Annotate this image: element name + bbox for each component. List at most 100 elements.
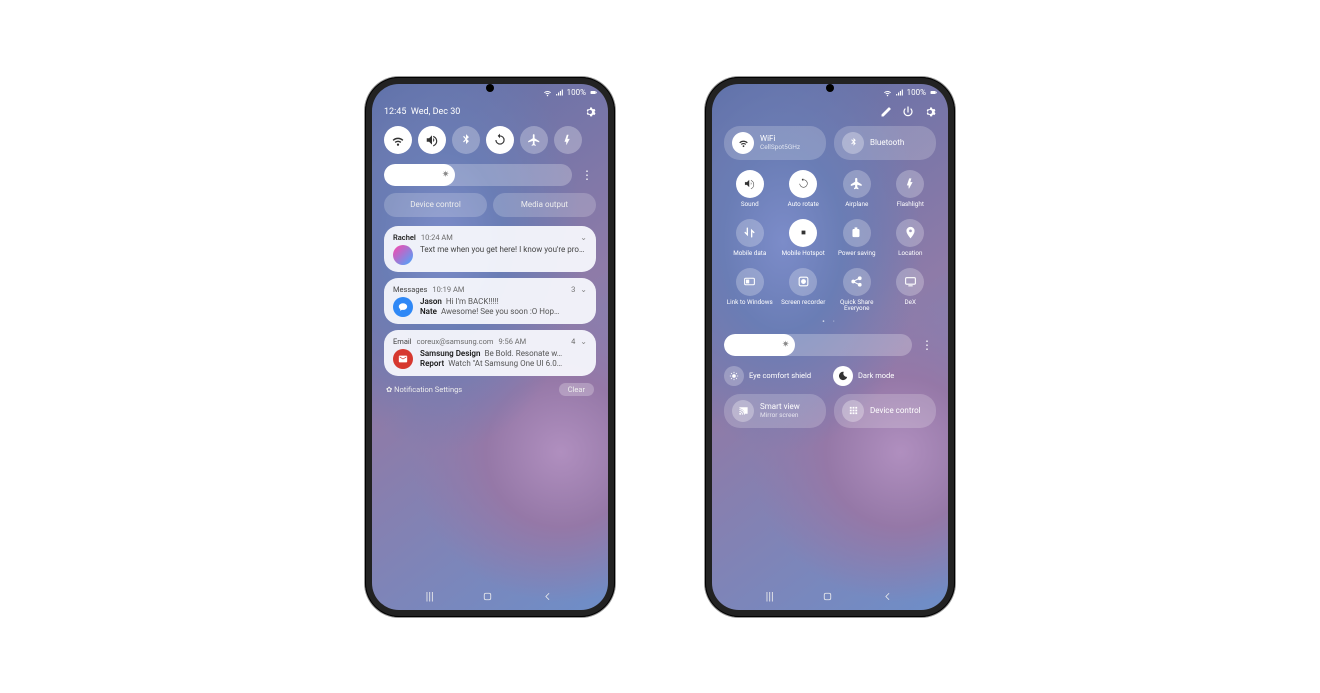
dark-mode-toggle[interactable]: Dark mode <box>833 366 936 386</box>
page-indicator: • · <box>712 315 948 328</box>
clear-button[interactable]: Clear <box>559 383 594 396</box>
phone-left: 100% 12:45 Wed, Dec 30 ⋮ Device control … <box>365 77 615 617</box>
message-sender: Samsung Design <box>420 349 480 359</box>
quickshare-icon <box>843 268 871 296</box>
message-preview: Awesome! See you soon :O Hop… <box>441 307 587 317</box>
bluetooth-toggle[interactable] <box>452 126 480 154</box>
linkwin-toggle[interactable]: Link to Windows <box>724 268 776 313</box>
recents-button[interactable]: ||| <box>426 590 434 603</box>
smart-view-tile[interactable]: Smart viewMirror screen <box>724 394 826 428</box>
back-button[interactable] <box>881 590 894 603</box>
notification-settings-link[interactable]: ✿ Notification Settings <box>386 385 462 394</box>
home-button[interactable] <box>821 590 834 603</box>
flashlight-toggle[interactable] <box>554 126 582 154</box>
brightness-menu-icon[interactable]: ⋮ <box>918 336 936 354</box>
email-icon <box>393 349 413 369</box>
home-button[interactable] <box>481 590 494 603</box>
battery-text: 100% <box>907 88 926 97</box>
device-control-button[interactable]: Device control <box>384 193 487 217</box>
cast-icon <box>732 400 754 422</box>
bluetooth-icon <box>459 133 473 147</box>
brightness-slider[interactable] <box>724 334 912 356</box>
notification-card[interactable]: Rachel 10:24 AM ⌄ Text me when you get h… <box>384 226 596 272</box>
messages-icon <box>393 297 413 317</box>
dex-icon <box>896 268 924 296</box>
screenrec-toggle[interactable]: Screen recorder <box>778 268 830 313</box>
media-output-button[interactable]: Media output <box>493 193 596 217</box>
airplane-icon <box>843 170 871 198</box>
rotate-icon <box>493 133 507 147</box>
clock-time: 12:45 <box>384 107 406 117</box>
gear-icon[interactable] <box>924 106 936 118</box>
notification-count: 4 <box>571 337 575 346</box>
location-toggle[interactable]: Location <box>885 219 937 264</box>
phone-right: 100% WiFiCellSpot5GHz Bluetooth SoundAut… <box>705 77 955 617</box>
wifi-icon <box>391 133 405 147</box>
chevron-down-icon[interactable]: ⌄ <box>580 337 587 346</box>
hotspot-toggle[interactable]: Mobile Hotspot <box>778 219 830 264</box>
brightness-menu-icon[interactable]: ⋮ <box>578 166 596 184</box>
back-button[interactable] <box>541 590 554 603</box>
mobiledata-toggle[interactable]: Mobile data <box>724 219 776 264</box>
brightness-slider[interactable] <box>384 164 572 186</box>
flashlight-icon <box>896 170 924 198</box>
recents-button[interactable]: ||| <box>766 590 774 603</box>
notification-card[interactable]: Email coreux@samsung.com 9:56 AM 4 ⌄ Sam… <box>384 330 596 376</box>
wifi-tile[interactable]: WiFiCellSpot5GHz <box>724 126 826 160</box>
airplane-toggle[interactable]: Airplane <box>831 170 883 215</box>
hotspot-icon <box>789 219 817 247</box>
message-preview: Watch "At Samsung One UI 6.0… <box>448 359 587 369</box>
airplane-toggle[interactable] <box>520 126 548 154</box>
notification-count: 3 <box>571 285 575 294</box>
notification-sender: Rachel <box>393 233 416 242</box>
flashlight-icon <box>561 133 575 147</box>
pencil-icon[interactable] <box>880 106 892 118</box>
power-icon[interactable] <box>902 106 914 118</box>
wifi-icon <box>732 132 754 154</box>
quickshare-toggle[interactable]: Quick Share Everyone <box>831 268 883 313</box>
sound-toggle[interactable]: Sound <box>724 170 776 215</box>
sound-toggle[interactable] <box>418 126 446 154</box>
wifi-toggle[interactable] <box>384 126 412 154</box>
notification-body: Text me when you get here! I know you're… <box>420 245 587 255</box>
rotate-toggle[interactable] <box>486 126 514 154</box>
flashlight-toggle[interactable]: Flashlight <box>885 170 937 215</box>
device-control-tile[interactable]: Device control <box>834 394 936 428</box>
powersave-toggle[interactable]: Power saving <box>831 219 883 264</box>
signal-icon <box>555 88 564 97</box>
linkwin-icon <box>736 268 764 296</box>
battery-text: 100% <box>567 88 586 97</box>
eye-comfort-toggle[interactable]: Eye comfort shield <box>724 366 827 386</box>
quick-toggle-row <box>372 122 608 158</box>
location-icon <box>896 219 924 247</box>
wifi-icon <box>543 88 552 97</box>
bluetooth-tile[interactable]: Bluetooth <box>834 126 936 160</box>
bluetooth-icon <box>842 132 864 154</box>
chevron-down-icon[interactable]: ⌄ <box>580 285 587 294</box>
notification-card[interactable]: Messages 10:19 AM 3 ⌄ JasonHi I'm BACK!!… <box>384 278 596 324</box>
notification-app: Email <box>393 337 412 346</box>
dex-toggle[interactable]: DeX <box>885 268 937 313</box>
sound-icon <box>736 170 764 198</box>
message-sender: Report <box>420 359 444 369</box>
battery-icon <box>929 88 938 97</box>
battery-icon <box>589 88 598 97</box>
gear-icon[interactable] <box>584 106 596 118</box>
signal-icon <box>895 88 904 97</box>
message-preview: Be Bold. Resonate w… <box>484 349 587 359</box>
rotate-icon <box>789 170 817 198</box>
message-sender: Nate <box>420 307 437 317</box>
moon-icon <box>833 366 853 386</box>
camera-cutout <box>826 84 834 92</box>
notification-time: 10:24 AM <box>421 233 453 242</box>
clock-date: Wed, Dec 30 <box>411 107 460 117</box>
rotate-toggle[interactable]: Auto rotate <box>778 170 830 215</box>
camera-cutout <box>486 84 494 92</box>
message-sender: Jason <box>420 297 442 307</box>
notification-app: Messages <box>393 285 427 294</box>
sound-icon <box>425 133 439 147</box>
chevron-down-icon[interactable]: ⌄ <box>580 233 587 242</box>
avatar <box>393 245 413 265</box>
powersave-icon <box>843 219 871 247</box>
sun-icon <box>724 366 744 386</box>
